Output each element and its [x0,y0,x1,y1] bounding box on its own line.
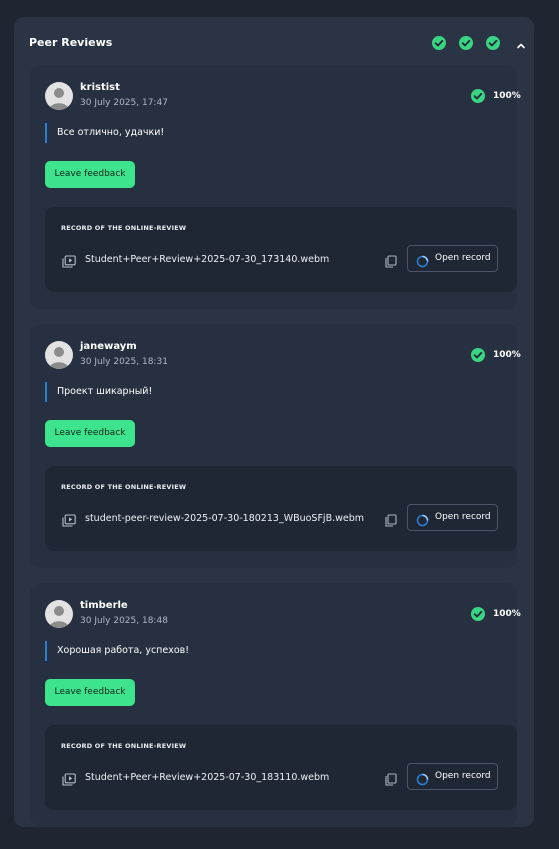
record-box: RECORD OF THE ONLINE-REVIEW student-peer… [45,466,517,551]
review-comment: Хорошая работа, успехов! [45,641,189,661]
leave-feedback-button[interactable]: Leave feedback [45,420,135,447]
reviewer-name[interactable]: kristist [80,82,120,93]
copy-icon[interactable] [385,253,397,268]
review-score: 100% [493,91,521,101]
review-comment: Проект шикарный! [45,382,152,402]
open-record-label: Open record [435,512,491,522]
check-icon [432,36,446,50]
check-icon [471,89,485,103]
check-icon [471,607,485,621]
record-box: RECORD OF THE ONLINE-REVIEW Student+Peer… [45,207,517,292]
reviewer-name[interactable]: timberle [80,600,128,611]
copy-icon[interactable] [385,771,397,786]
peer-reviews-panel: Peer Reviews kristist 30 July 2025, 17:4… [14,17,534,827]
loading-spinner-icon [416,771,429,786]
record-label: RECORD OF THE ONLINE-REVIEW [61,483,187,491]
panel-title: Peer Reviews [29,36,113,49]
loading-spinner-icon [416,512,429,527]
reviewer-name[interactable]: janewaym [80,341,137,352]
record-label: RECORD OF THE ONLINE-REVIEW [61,742,187,750]
check-icon [459,36,473,50]
avatar [45,600,73,628]
avatar [45,82,73,110]
review-score: 100% [493,609,521,619]
avatar [45,341,73,369]
check-icon [486,36,500,50]
review-score: 100% [493,350,521,360]
record-label: RECORD OF THE ONLINE-REVIEW [61,224,187,232]
record-file-name: Student+Peer+Review+2025-07-30_173140.we… [85,254,330,265]
chevron-up-icon[interactable] [514,37,528,49]
review-date: 30 July 2025, 17:47 [80,98,168,108]
panel-header[interactable]: Peer Reviews [14,17,534,65]
open-record-button[interactable]: Open record [407,504,498,531]
review-date: 30 July 2025, 18:48 [80,616,168,626]
leave-feedback-button[interactable]: Leave feedback [45,161,135,188]
open-record-label: Open record [435,771,491,781]
review-card: kristist 30 July 2025, 17:47 100% Все от… [30,65,521,309]
review-date: 30 July 2025, 18:31 [80,357,168,367]
copy-icon[interactable] [385,512,397,527]
review-card: janewaym 30 July 2025, 18:31 100% Проект… [30,324,521,568]
video-file-icon [62,771,76,786]
video-file-icon [62,512,76,527]
record-file-name: Student+Peer+Review+2025-07-30_183110.we… [85,772,330,783]
check-icon [471,348,485,362]
review-comment: Все отлично, удачки! [45,123,164,143]
leave-feedback-button[interactable]: Leave feedback [45,679,135,706]
loading-spinner-icon [416,253,429,268]
video-file-icon [62,253,76,268]
record-box: RECORD OF THE ONLINE-REVIEW Student+Peer… [45,725,517,810]
open-record-label: Open record [435,253,491,263]
open-record-button[interactable]: Open record [407,245,498,272]
review-card: timberle 30 July 2025, 18:48 100% Хороша… [30,583,521,826]
record-file-name: student-peer-review-2025-07-30-180213_WB… [85,513,365,524]
open-record-button[interactable]: Open record [407,763,498,790]
